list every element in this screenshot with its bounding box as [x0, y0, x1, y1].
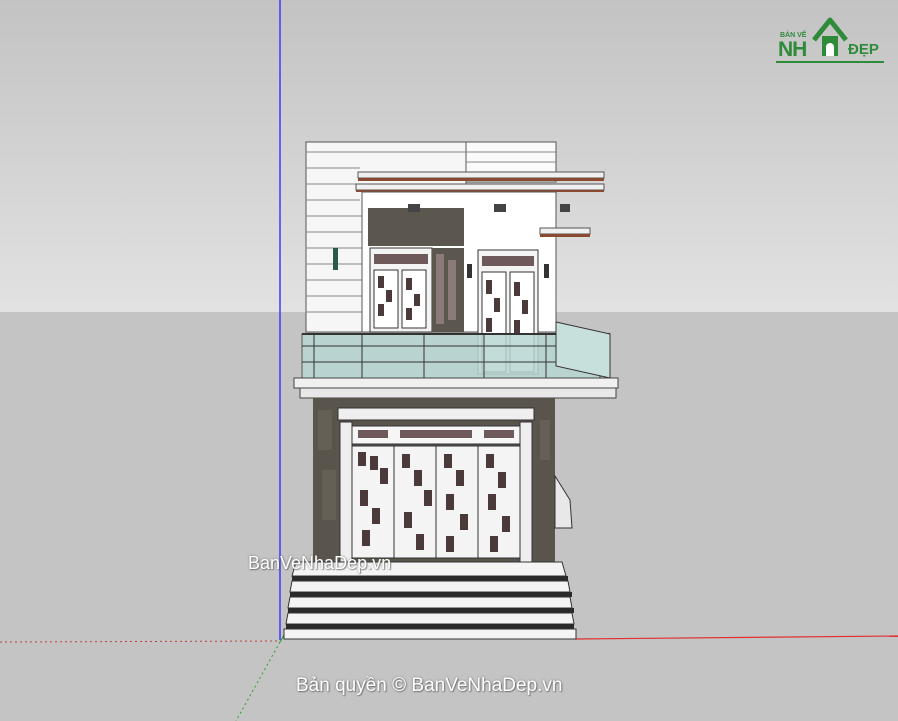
balcony-slab — [293, 377, 619, 389]
main-door — [351, 445, 521, 559]
canopy-side — [539, 227, 591, 235]
scene-canvas[interactable] — [0, 0, 898, 721]
red-axis-dotted — [0, 640, 281, 643]
model-viewport[interactable]: BanVeNhaDep.vn Bản quyền © BanVeNhaDep.v… — [0, 0, 898, 721]
watermark-bottom: Bản quyền © BanVeNhaDep.vn — [296, 675, 563, 696]
wall-lamp-left — [333, 248, 338, 270]
roof-eave-1 — [357, 171, 605, 179]
side-stair — [554, 474, 573, 529]
logo-tail-text: ĐẸP — [848, 41, 879, 58]
wall-lamp-mid — [467, 264, 472, 278]
door-frame — [337, 407, 535, 421]
site-logo[interactable]: BẢN VẼ NH ĐẸP — [774, 8, 886, 66]
stone-panel-upper — [368, 208, 464, 246]
watermark-middle: BanVeNhaDep.vn — [248, 553, 392, 573]
roof-eave-2 — [355, 183, 605, 191]
wall-lamp-right — [544, 264, 549, 278]
roof-trim-1 — [358, 178, 604, 181]
logo-main-text: NH — [778, 38, 807, 61]
upper-door-left — [369, 247, 433, 333]
red-axis-line — [574, 635, 898, 640]
green-axis-dotted — [235, 641, 281, 721]
